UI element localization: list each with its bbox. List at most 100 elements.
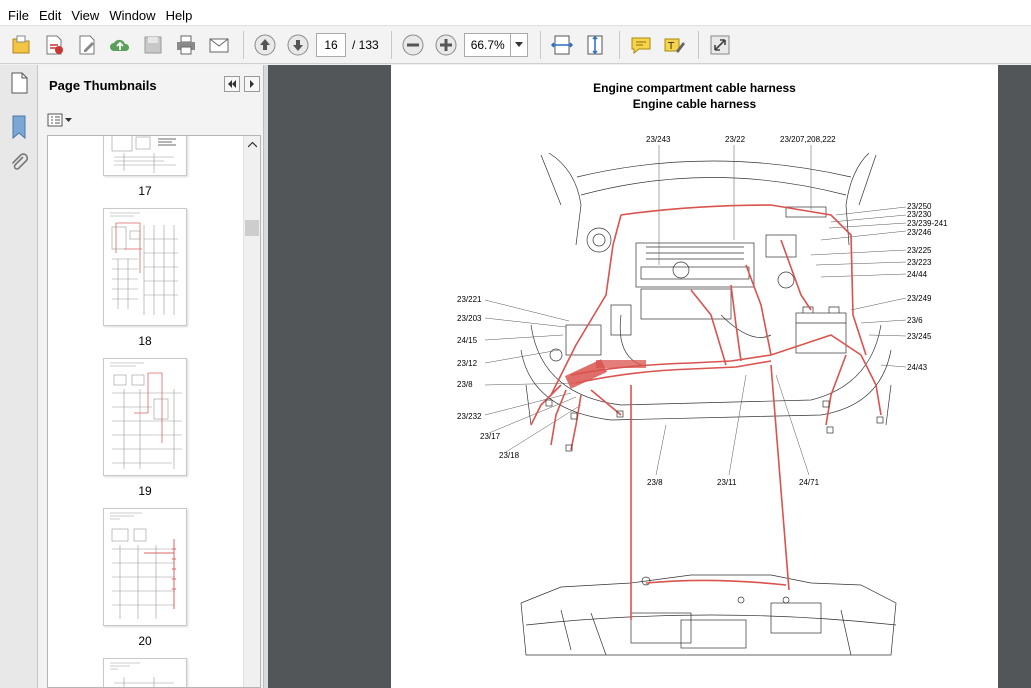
callout-label: 23/225 <box>907 246 932 255</box>
thumbnail-page-19[interactable] <box>103 358 187 476</box>
toolbar-separator <box>243 31 244 59</box>
callout-label: 23/22 <box>725 135 746 144</box>
callout-label: 23/6 <box>907 316 923 325</box>
page-total: / 133 <box>352 38 379 52</box>
callout-label: 23/17 <box>480 432 501 441</box>
edit-pdf-button[interactable] <box>72 30 102 60</box>
printer-icon <box>177 35 195 55</box>
menu-window[interactable]: Window <box>104 5 160 26</box>
callout-label: 23/246 <box>907 228 932 237</box>
panel-title: Page Thumbnails <box>49 77 157 93</box>
expand-icon <box>710 35 730 55</box>
open-file-button[interactable] <box>6 30 36 60</box>
save-button[interactable] <box>138 30 168 60</box>
open-file-icon <box>12 35 30 54</box>
callout-label: 24/43 <box>907 363 928 372</box>
zoom-out-button[interactable] <box>398 30 428 60</box>
zoom-input[interactable]: 66.7% <box>463 33 510 57</box>
navigation-rail <box>0 65 38 688</box>
thumbnail-page-21[interactable] <box>103 658 187 687</box>
highlighter-icon: T <box>664 38 685 53</box>
toolbar: 16 / 133 66.7% T <box>0 27 1031 64</box>
thumbnail-label: 17 <box>138 184 152 198</box>
menu-edit[interactable]: Edit <box>34 5 66 26</box>
email-button[interactable] <box>204 30 234 60</box>
plus-circle-icon <box>435 34 457 56</box>
envelope-icon <box>209 38 229 53</box>
chevron-right-icon <box>250 80 254 88</box>
thumbnail-label: 20 <box>138 634 152 648</box>
toolbar-separator <box>390 31 392 59</box>
menu-file[interactable]: File <box>3 5 34 26</box>
callout-label: 23/8 <box>647 478 663 487</box>
document-viewport-margin <box>998 65 1031 688</box>
speech-bubble-icon <box>631 37 651 55</box>
previous-page-button[interactable] <box>250 30 280 60</box>
thumbnail-label: 19 <box>138 484 152 498</box>
thumbnail-page-18[interactable] <box>103 208 187 326</box>
toolbar-separator <box>539 31 541 59</box>
callout-label: 23/230 <box>907 210 932 219</box>
thumbnail-page-20[interactable] <box>103 508 187 626</box>
callout-label: 23/232 <box>457 412 482 421</box>
cloud-upload-icon <box>110 39 130 51</box>
menu-help[interactable]: Help <box>161 5 198 26</box>
callout-label: 23/239-241 <box>907 219 948 228</box>
callout-label: 23/223 <box>907 258 932 267</box>
callout-label: 23/8 <box>457 380 473 389</box>
pages-icon <box>11 72 28 94</box>
upload-button[interactable] <box>105 30 135 60</box>
fit-page-icon <box>587 35 603 55</box>
create-pdf-button[interactable] <box>39 30 69 60</box>
fit-width-button[interactable] <box>547 30 577 60</box>
menu-view[interactable]: View <box>66 5 104 26</box>
toolbar-separator <box>618 31 620 59</box>
create-pdf-icon <box>46 35 63 55</box>
edit-pdf-icon <box>79 35 95 55</box>
print-button[interactable] <box>171 30 201 60</box>
callout-label: 24/15 <box>457 336 478 345</box>
fit-page-button[interactable] <box>580 30 610 60</box>
engine-harness-diagram <box>484 145 907 656</box>
double-chevron-left-icon <box>228 80 236 88</box>
panel-header: Page Thumbnails <box>38 65 263 105</box>
minus-circle-icon <box>402 34 424 56</box>
paperclip-icon <box>11 153 29 170</box>
callout-label: 23/203 <box>457 314 482 323</box>
bookmarks-tab[interactable] <box>0 109 38 145</box>
chevron-down-icon <box>514 42 523 47</box>
callout-label: 23/207,208,222 <box>780 135 836 144</box>
menu-bar: File Edit View Window Help <box>0 5 1031 26</box>
collapse-panel-button[interactable] <box>224 76 240 92</box>
scroll-up-arrow-icon[interactable] <box>248 142 257 148</box>
page-number-input[interactable]: 16 <box>316 33 346 57</box>
toolbar-separator <box>697 31 699 59</box>
full-screen-button[interactable] <box>705 30 735 60</box>
highlight-text-button[interactable]: T <box>659 30 689 60</box>
callout-label: 23/18 <box>499 451 520 460</box>
comment-button[interactable] <box>626 30 656 60</box>
scrollbar-thumb[interactable] <box>245 220 259 236</box>
expand-panel-button[interactable] <box>244 76 260 92</box>
fit-width-icon <box>550 35 573 55</box>
callout-label: 23/11 <box>717 478 737 487</box>
svg-text:T: T <box>667 41 675 52</box>
zoom-dropdown-button[interactable] <box>509 33 528 57</box>
bookmark-icon <box>12 115 26 140</box>
options-menu-icon <box>47 113 72 127</box>
thumbnail-options-button[interactable] <box>47 111 73 129</box>
zoom-in-button[interactable] <box>431 30 461 60</box>
callout-label: 23/249 <box>907 294 932 303</box>
thumbnail-label: 18 <box>138 334 152 348</box>
callout-label: 23/245 <box>907 332 932 341</box>
next-page-button[interactable] <box>283 30 313 60</box>
pdf-page: Engine compartment cable harness Engine … <box>391 65 998 688</box>
callout-label: 24/71 <box>799 478 820 487</box>
callout-label: 23/243 <box>646 135 671 144</box>
arrow-down-icon <box>287 34 309 56</box>
thumbnail-scrollbar[interactable] <box>243 136 260 687</box>
attachments-tab[interactable] <box>0 145 38 181</box>
page-thumbnails-tab[interactable] <box>0 65 38 101</box>
thumbnail-page-17[interactable] <box>103 136 187 176</box>
arrow-up-icon <box>254 34 276 56</box>
